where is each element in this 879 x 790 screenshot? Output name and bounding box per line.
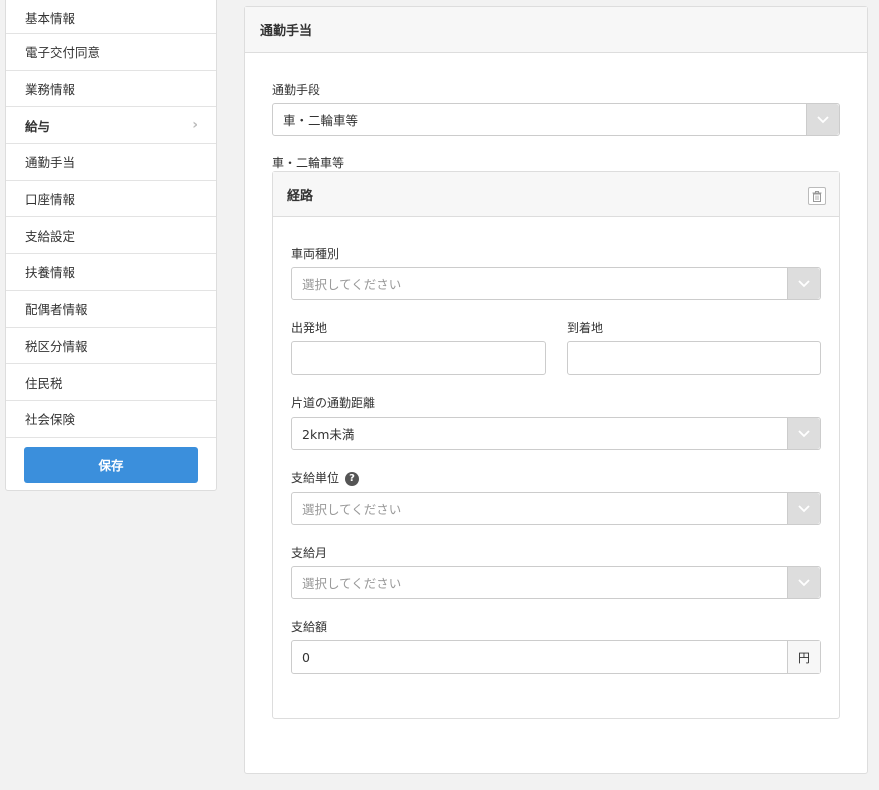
chevron-down-icon — [787, 268, 820, 299]
sidebar-item-label: 基本情報 — [25, 10, 76, 26]
sidebar-item-label: 社会保険 — [25, 412, 76, 428]
departure-label: 出発地 — [291, 321, 328, 335]
card-title: 通勤手当 — [245, 7, 867, 53]
chevron-down-icon — [787, 418, 820, 449]
sidebar-item-resident-tax[interactable]: 住民税 — [6, 364, 216, 401]
chevron-right-icon: › — [192, 117, 198, 134]
sidebar-item-label: 通勤手当 — [25, 155, 76, 171]
sidebar-item-bank-account[interactable]: 口座情報 — [6, 181, 216, 218]
section-label: 車・二輪車等 — [272, 156, 345, 170]
arrival-label: 到着地 — [567, 321, 604, 335]
vehicle-type-placeholder: 選択してください — [302, 277, 402, 292]
sidebar-item-label: 配偶者情報 — [25, 302, 88, 318]
distance-label: 片道の通勤距離 — [291, 396, 376, 410]
trash-icon[interactable] — [808, 187, 826, 205]
route-header: 経路 — [273, 172, 839, 217]
sidebar-item-label: 扶養情報 — [25, 265, 76, 281]
sidebar-item-label: 電子交付同意 — [25, 45, 101, 61]
commute-method-label: 通勤手段 — [272, 83, 321, 97]
sidebar-item-payment-settings[interactable]: 支給設定 — [6, 217, 216, 255]
pay-unit-select[interactable]: 選択してください — [291, 492, 821, 525]
chevron-down-icon — [806, 104, 839, 135]
sidebar-item-basic-info[interactable]: 基本情報 — [6, 0, 216, 34]
sidebar-item-salary[interactable]: 給与 › — [6, 107, 216, 145]
route-title: 経路 — [287, 188, 314, 204]
pay-unit-label-wrap: 支給単位? — [291, 469, 360, 486]
sidebar-item-label: 給与 — [25, 118, 51, 134]
pay-month-select[interactable]: 選択してください — [291, 566, 821, 599]
departure-input[interactable] — [291, 341, 546, 375]
amount-unit: 円 — [787, 641, 820, 673]
sidebar-item-work-info[interactable]: 業務情報 — [6, 71, 216, 108]
sidebar-item-spouse[interactable]: 配偶者情報 — [6, 291, 216, 328]
pay-month-placeholder: 選択してください — [302, 576, 402, 591]
sidebar-item-commute-allowance[interactable]: 通勤手当 — [6, 144, 216, 181]
distance-value: 2km未満 — [302, 427, 355, 442]
pay-unit-label: 支給単位 — [291, 471, 340, 485]
amount-value: 0 — [302, 649, 310, 665]
arrival-input[interactable] — [567, 341, 821, 375]
sidebar-item-label: 業務情報 — [25, 82, 76, 98]
vehicle-type-label: 車両種別 — [291, 247, 340, 261]
chevron-down-icon — [787, 567, 820, 598]
help-icon[interactable]: ? — [345, 471, 360, 486]
pay-unit-placeholder: 選択してください — [302, 502, 402, 517]
save-button[interactable]: 保存 — [24, 446, 198, 483]
sidebar-item-label: 住民税 — [25, 375, 63, 391]
save-area: 保存 — [6, 438, 216, 492]
pay-month-label: 支給月 — [291, 546, 328, 560]
sidebar-item-dependents[interactable]: 扶養情報 — [6, 254, 216, 291]
sidebar-item-social-insurance[interactable]: 社会保険 — [6, 401, 216, 438]
route-panel: 経路 車両種別 選択してください 出発地 到着地 片道の通勤距離 2km未満 支… — [272, 171, 840, 719]
chevron-down-icon — [787, 493, 820, 524]
sidebar-item-e-delivery-consent[interactable]: 電子交付同意 — [6, 34, 216, 71]
sidebar-nav: 基本情報 電子交付同意 業務情報 給与 › 通勤手当 口座情報 支給設定 扶養情報… — [5, 0, 217, 491]
commute-method-select[interactable]: 車・二輪車等 — [272, 103, 840, 136]
sidebar-item-label: 支給設定 — [25, 228, 76, 244]
commute-method-value: 車・二輪車等 — [283, 113, 359, 128]
commute-allowance-card: 通勤手当 通勤手段 車・二輪車等 車・二輪車等 経路 車両種別 選択してください… — [244, 6, 868, 774]
vehicle-type-select[interactable]: 選択してください — [291, 267, 821, 300]
distance-select[interactable]: 2km未満 — [291, 417, 821, 450]
sidebar-item-label: 口座情報 — [25, 192, 76, 208]
sidebar-item-tax-category[interactable]: 税区分情報 — [6, 328, 216, 365]
sidebar-item-label: 税区分情報 — [25, 338, 88, 354]
amount-field[interactable]: 0 円 — [291, 640, 821, 674]
amount-label: 支給額 — [291, 620, 328, 634]
